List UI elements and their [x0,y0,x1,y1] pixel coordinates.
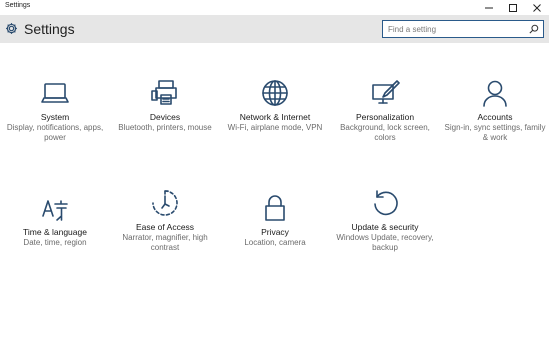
tile-description: Narrator, magnifier, high contrast [122,233,208,252]
tile-update-security[interactable]: Update & security Windows Update, recove… [330,188,440,253]
lock-icon [265,195,285,221]
gear-icon [6,23,17,34]
tile-description: Wi-Fi, airplane mode, VPN [227,123,323,132]
tile-description: Background, lock screen, colors [340,123,430,142]
title-bar: Settings [0,0,549,15]
maximize-icon [509,3,517,12]
tile-label: Update & security [351,222,419,232]
tile-privacy[interactable]: Privacy Location, camera [220,193,330,248]
tile-description: Display, notifications, apps, power [6,123,104,142]
search-icon[interactable] [529,24,539,34]
language-icon [42,200,68,221]
tile-label: Time & language [23,227,87,237]
tile-time-language[interactable]: Time & language Date, time, region [0,193,110,248]
search-box[interactable] [382,20,544,38]
close-icon [533,3,541,12]
tile-network[interactable]: Network & Internet Wi-Fi, airplane mode,… [220,78,330,133]
search-input[interactable] [383,21,523,37]
tile-description: Location, camera [244,238,306,247]
tile-label: Devices [149,112,181,122]
minimize-button[interactable] [477,0,501,15]
person-icon [483,80,507,107]
tile-label: Privacy [261,227,289,237]
paint-screen-icon [372,80,400,104]
tile-label: System [40,112,70,122]
tile-description: Date, time, region [23,238,87,247]
minimize-icon [485,7,493,8]
tile-description: Windows Update, recovery, backup [336,233,434,252]
tile-ease-of-access[interactable]: Ease of Access Narrator, magnifier, high… [110,188,220,253]
header: Settings [0,15,549,43]
close-button[interactable] [525,0,549,15]
maximize-button[interactable] [501,0,525,15]
laptop-icon [41,83,69,103]
tile-description: Sign-in, sync settings, family & work [444,123,546,142]
ease-of-access-icon [152,190,178,216]
printer-keyboard-icon [151,80,177,105]
tile-label: Accounts [477,112,513,122]
tile-personalization[interactable]: Personalization Background, lock screen,… [330,78,440,143]
refresh-icon [374,190,398,216]
tile-label: Network & Internet [239,112,311,122]
tile-devices[interactable]: Devices Bluetooth, printers, mouse [110,78,220,133]
tile-system[interactable]: System Display, notifications, apps, pow… [0,78,110,143]
tile-label: Ease of Access [135,222,195,232]
tile-description: Bluetooth, printers, mouse [118,123,212,132]
window-title: Settings [5,2,31,9]
tile-accounts[interactable]: Accounts Sign-in, sync settings, family … [440,78,549,143]
tile-label: Personalization [355,112,415,122]
globe-icon [262,80,288,106]
page-title: Settings [24,21,75,37]
